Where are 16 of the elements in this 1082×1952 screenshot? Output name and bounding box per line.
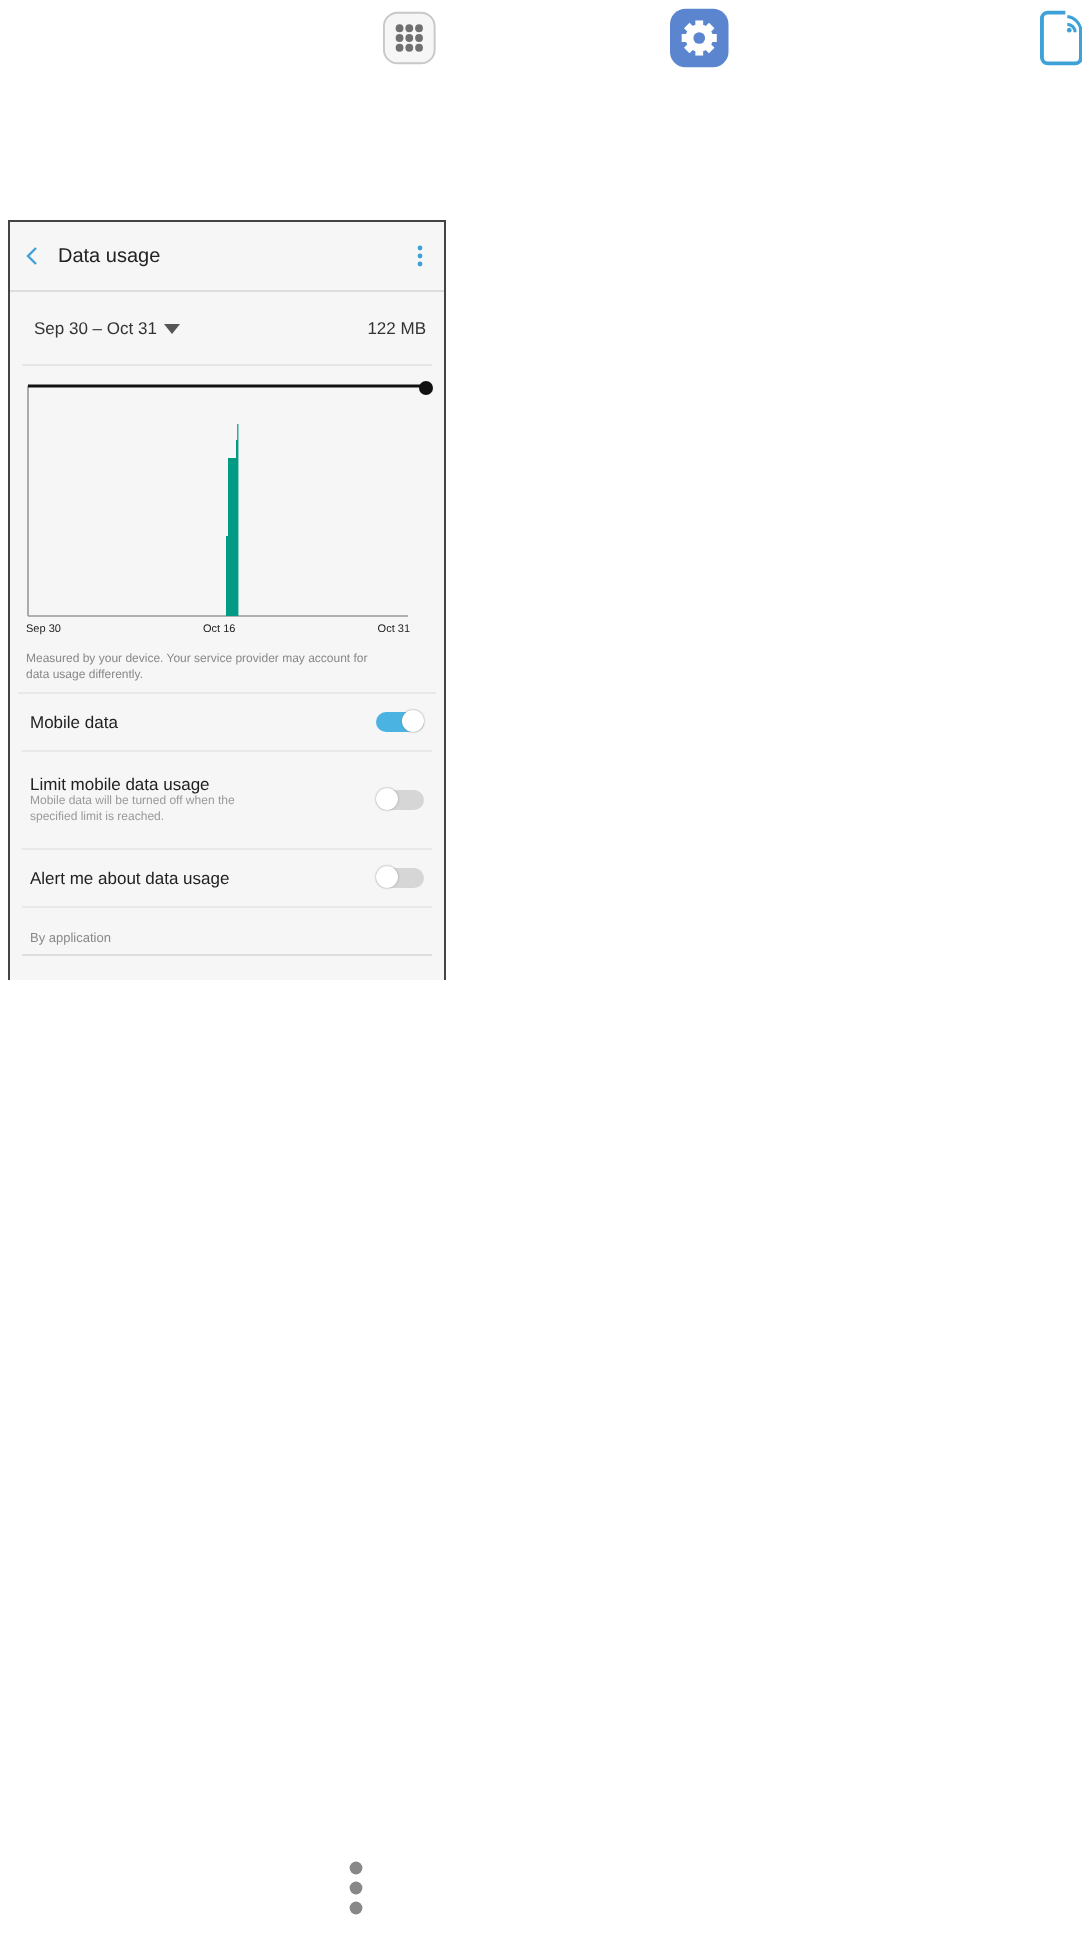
apps-icon [382,10,437,66]
toggle-switch[interactable] [376,712,424,732]
toggle-switch[interactable] [376,868,424,888]
toggle-switch[interactable] [376,790,424,810]
more-options-icon[interactable] [416,244,424,268]
screen-title: Data usage [58,245,163,267]
setting-label: Mobile data [30,712,118,732]
phone-signal-icon [1039,8,1082,68]
settings-icon [670,8,730,68]
usage-total: 122 MB [367,318,426,338]
more-icon [348,1860,364,1916]
back-icon[interactable] [26,246,38,266]
caret-icon [164,323,181,333]
setting-label: Alert me about data usage [30,868,230,888]
period-dropdown[interactable]: Sep 30 – Oct 31 [34,318,181,338]
setting-label: Limit mobile data usage [30,774,212,795]
